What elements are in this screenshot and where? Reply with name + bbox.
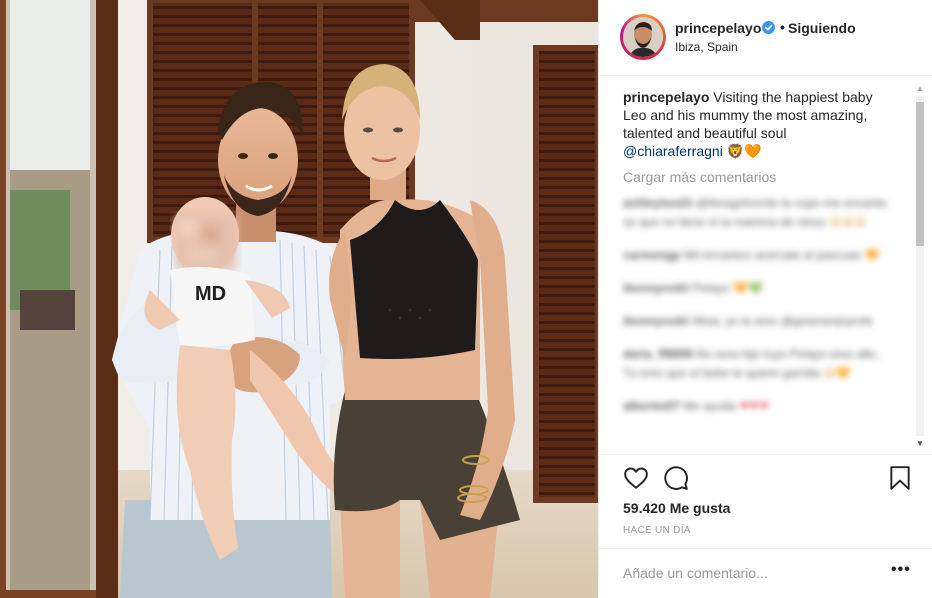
username-link[interactable]: princepelayo (675, 20, 761, 36)
blurred-comments-list: ashleyton23 @theagnhomte la cope me enca… (623, 194, 893, 430)
scroll-thumb[interactable] (916, 102, 924, 246)
verified-badge-icon (762, 21, 775, 34)
following-button[interactable]: Siguiendo (788, 20, 856, 36)
comment-user[interactable]: carmengp (623, 248, 680, 262)
comment-emoji: 🧡 (864, 248, 880, 262)
comment-text: Me ayuda (683, 399, 736, 413)
post-actions: 59.420 Me gusta HACE UN DÍA (599, 454, 932, 554)
separator-dot: • (780, 19, 785, 35)
comment-icon[interactable] (663, 465, 689, 491)
comment-emoji: ❤❤❤ (739, 399, 770, 413)
caption-mention[interactable]: @chiaraferragni (623, 143, 723, 159)
likes-count[interactable]: 59.420 Me gusta (623, 500, 730, 516)
post-photo[interactable]: MD (0, 0, 598, 598)
comment-emoji: 😀🧡 (823, 366, 851, 380)
caption-username[interactable]: princepelayo (623, 89, 709, 105)
comment-item: albertm07 Me ayuda ❤❤❤ (623, 397, 893, 416)
comment-text: Wow, yo la amo @greenenjoyrofe (693, 314, 874, 328)
comment-input[interactable] (623, 563, 873, 583)
comments-scrollbar[interactable]: ▲ ▼ (914, 82, 926, 452)
more-options-icon[interactable]: ••• (891, 561, 911, 579)
post-side-panel: princepelayo • Siguiendo Ibiza, Spain pr… (598, 0, 932, 598)
comment-emoji: 🧡💚 (733, 281, 763, 295)
comment-item: ashleyton23 @theagnhomte la cope me enca… (623, 194, 893, 232)
scroll-down-arrow-icon[interactable]: ▼ (916, 439, 924, 448)
post-timestamp[interactable]: HACE UN DÍA (623, 525, 691, 536)
photo-illustration: MD (0, 0, 598, 598)
scroll-up-arrow-icon[interactable]: ▲ (916, 84, 924, 93)
avatar[interactable] (623, 17, 663, 57)
bookmark-icon[interactable] (889, 465, 911, 491)
comment-item: carmengp Mil encantos acercate al pascua… (623, 246, 893, 265)
svg-text:MD: MD (195, 283, 226, 305)
comments-area[interactable]: princepelayo Visiting the happiest baby … (599, 76, 932, 454)
comment-item: daria_ff8899 No sera hijo tuyo Pelayo er… (623, 345, 893, 383)
caption-emoji: 🦁🧡 (726, 143, 762, 159)
comment-user[interactable]: daria_ff8899 (623, 347, 693, 361)
comment-text: Pelayo (693, 281, 730, 295)
story-ring[interactable] (620, 14, 666, 60)
load-more-comments-button[interactable]: Cargar más comentarios (623, 169, 776, 185)
comment-item: ibonnyrodri Pelayo 🧡💚 (623, 279, 893, 298)
comment-emoji: 😀😀😀 (829, 215, 867, 229)
comment-item: ibonnyrodri Wow, yo la amo @greenenjoyro… (623, 312, 893, 331)
avatar-image (623, 17, 663, 57)
add-comment-bar: ••• (599, 548, 932, 598)
comment-user[interactable]: ibonnyrodri (623, 314, 690, 328)
post-header: princepelayo • Siguiendo Ibiza, Spain (599, 0, 932, 76)
comment-user[interactable]: ibonnyrodri (623, 281, 690, 295)
heart-icon[interactable] (623, 465, 649, 491)
comment-user[interactable]: ashleyton23 (623, 196, 692, 210)
comment-text: Mil encantos acercate al pascuas (683, 248, 862, 262)
location-link[interactable]: Ibiza, Spain (675, 40, 738, 54)
caption: princepelayo Visiting the happiest baby … (623, 88, 883, 160)
comment-user[interactable]: albertm07 (623, 399, 680, 413)
